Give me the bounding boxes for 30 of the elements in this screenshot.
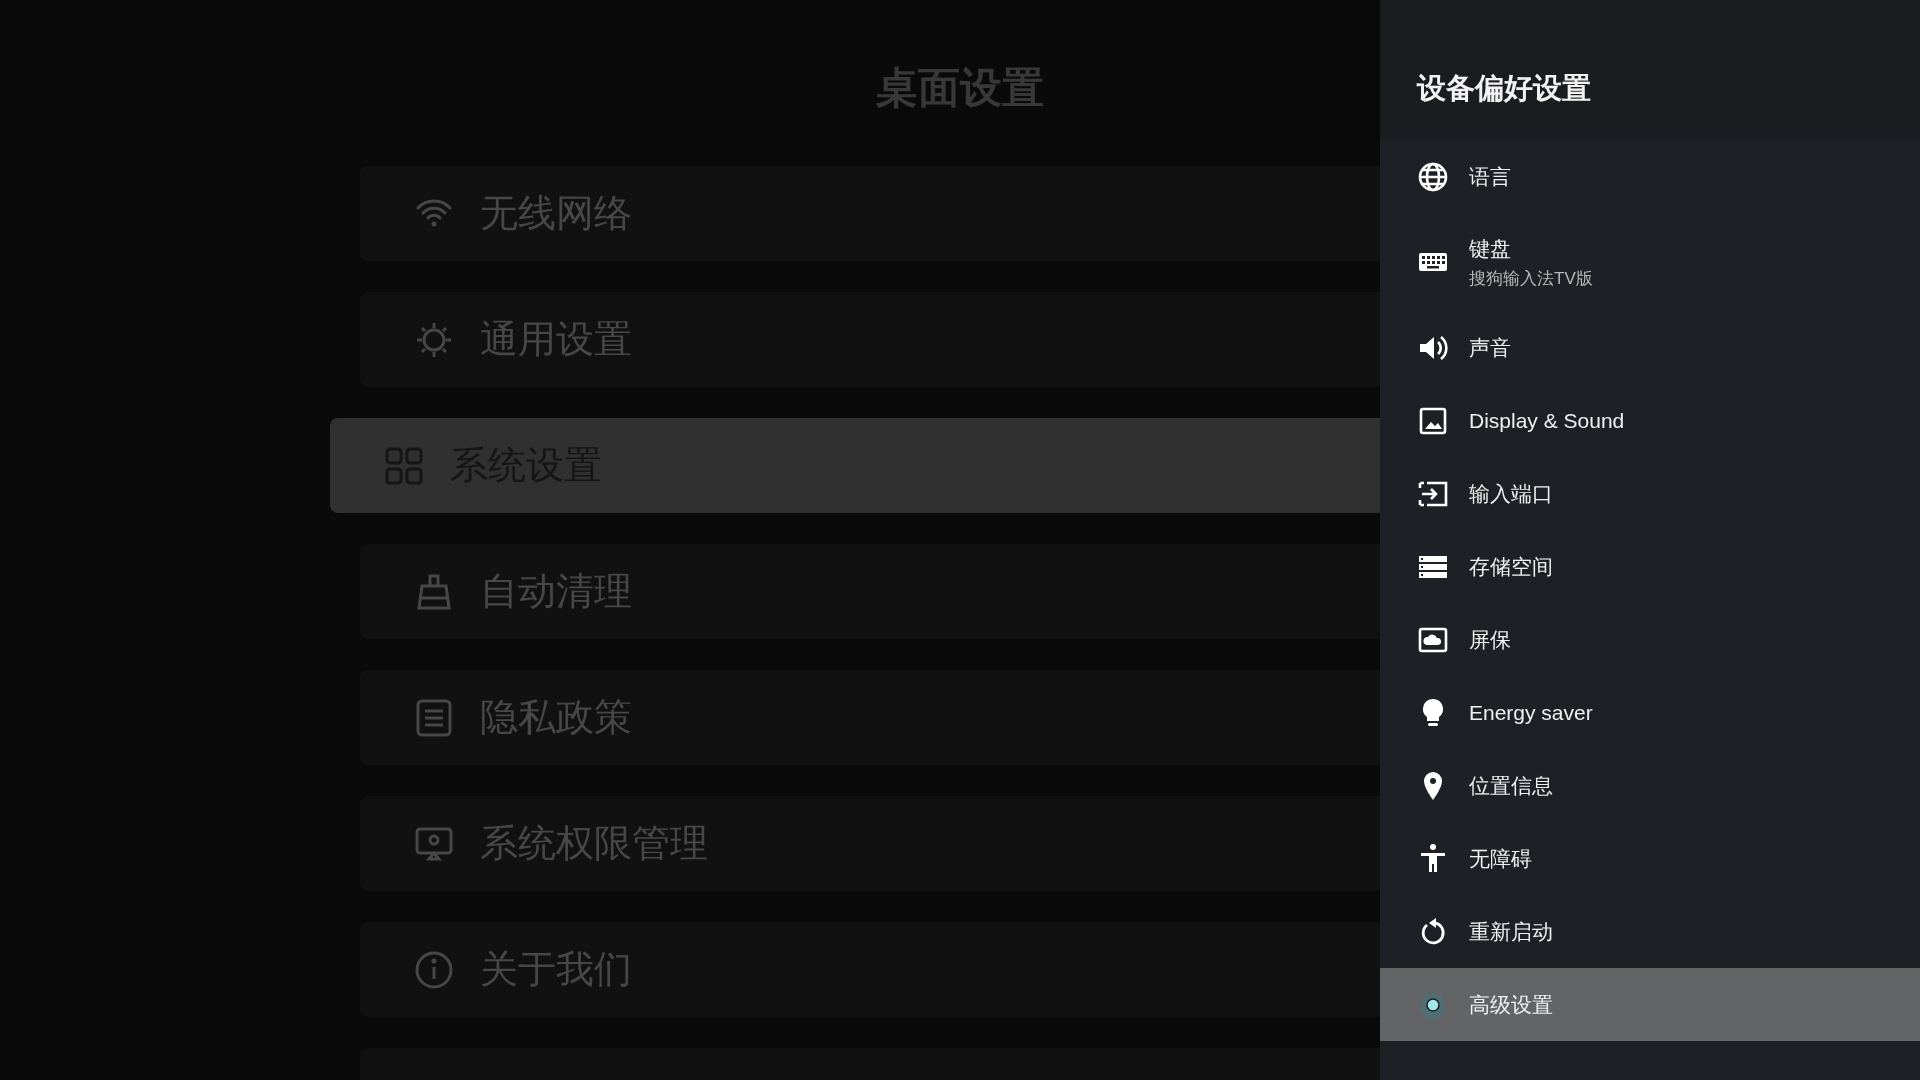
document-icon [414, 697, 454, 738]
item-label: 语言 [1469, 163, 1511, 190]
item-label: Display & Sound [1469, 408, 1625, 433]
item-label: 键盘 [1469, 235, 1512, 262]
item-label: Energy saver [1469, 700, 1593, 725]
settings-item[interactable]: 键盘 搜狗输入法TV版 [1380, 213, 1920, 311]
panel-title: 设备偏好设置 [1417, 71, 1592, 106]
item-label: 声音 [1469, 334, 1511, 361]
settings-item[interactable]: 屏保 [1380, 603, 1920, 676]
info-icon [414, 949, 454, 990]
settings-item[interactable]: 语言 [1380, 140, 1920, 213]
item-label: 无障碍 [1469, 845, 1532, 872]
item-label: 输入端口 [1469, 480, 1553, 507]
item-label: 高级设置 [1469, 991, 1553, 1018]
item-label: 位置信息 [1469, 772, 1553, 799]
settings-item[interactable]: 无障碍 [1380, 822, 1920, 895]
globe-icon [1417, 160, 1449, 193]
settings-item[interactable]: 高级设置 [1380, 968, 1920, 1041]
item-subtitle: 搜狗输入法TV版 [1469, 267, 1593, 290]
settings-item[interactable]: 位置信息 [1380, 749, 1920, 822]
settings-item[interactable]: Display & Sound [1380, 384, 1920, 457]
grid-icon [384, 445, 424, 486]
settings-item[interactable]: 声音 [1380, 311, 1920, 384]
item-label: 重新启动 [1469, 918, 1553, 945]
settings-item[interactable]: 输入端口 [1380, 457, 1920, 530]
settings-item[interactable]: 存储空间 [1380, 530, 1920, 603]
item-label: 存储空间 [1469, 553, 1553, 580]
item-label: 屏保 [1469, 626, 1511, 653]
settings-item[interactable]: 重新启动 [1380, 895, 1920, 968]
settings-item[interactable]: Energy saver [1380, 676, 1920, 749]
